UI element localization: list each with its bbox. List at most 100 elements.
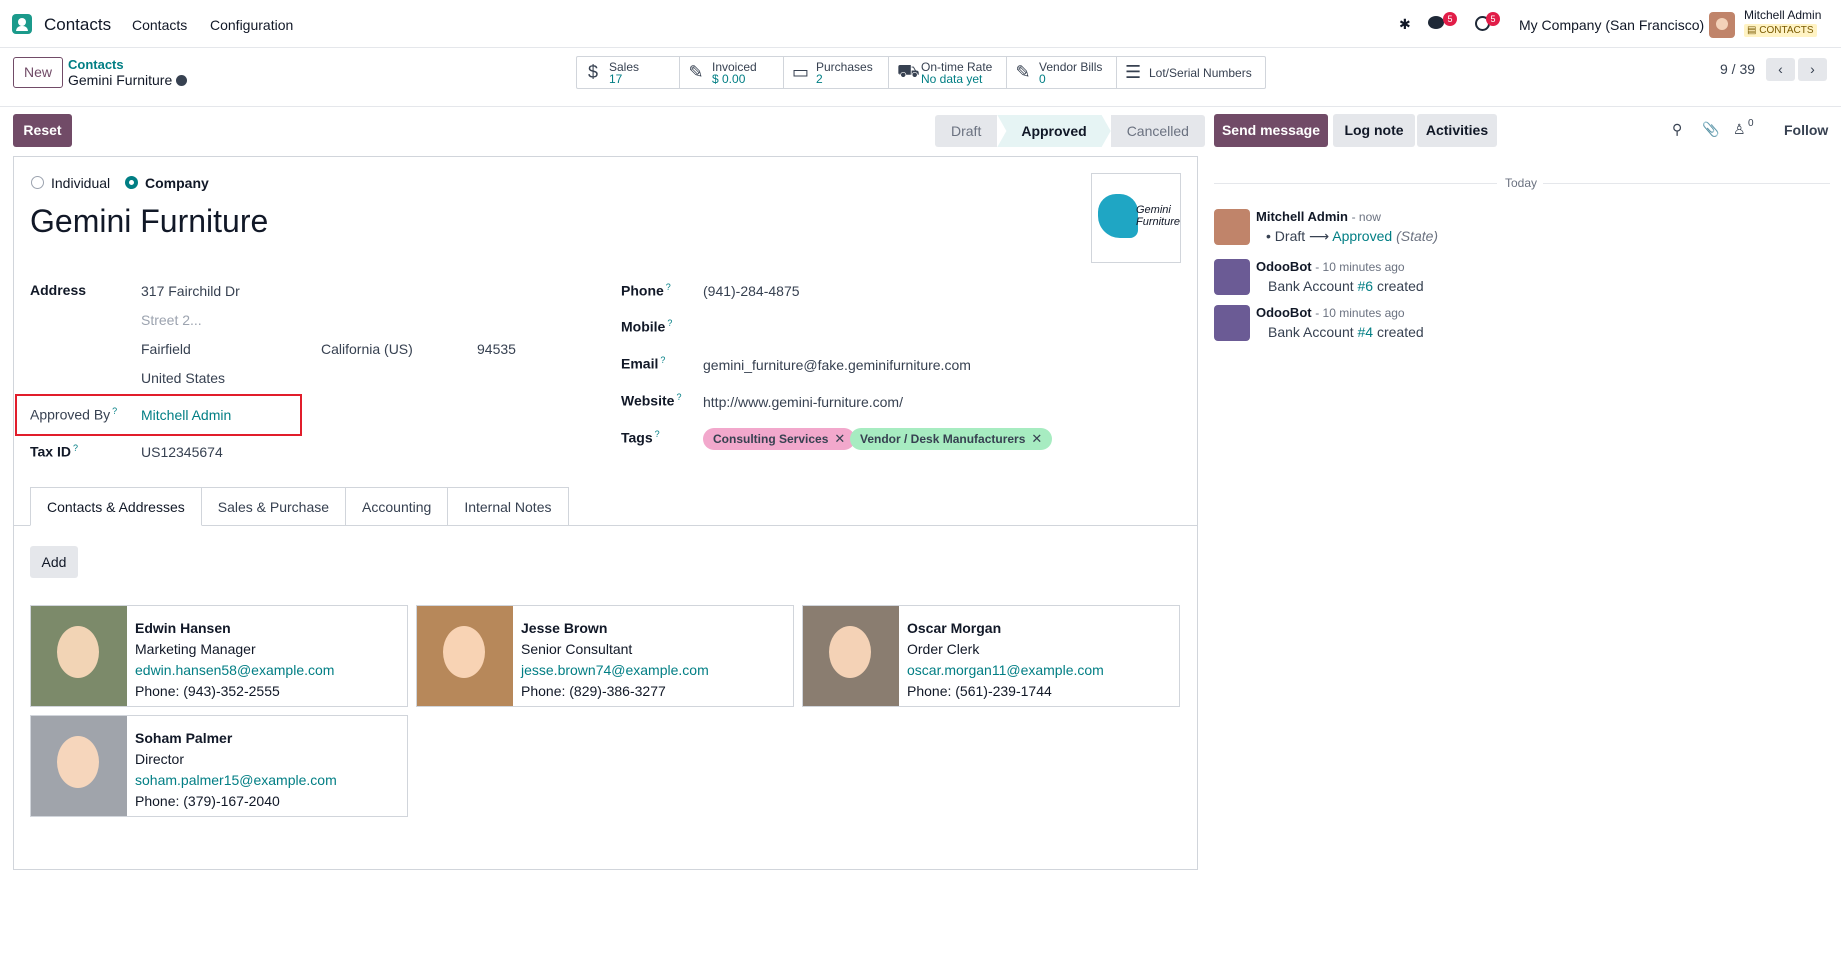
odoobot-avatar[interactable] [1214,259,1250,295]
address-label: Address [30,282,87,298]
phone-field[interactable]: (941)-284-4875 [703,283,800,299]
contact-photo [417,606,513,706]
messages-icon[interactable] [1428,16,1444,29]
phone-label-text: Phone [621,282,664,299]
contact-card[interactable]: Edwin Hansen Marketing Manager edwin.han… [30,605,408,707]
odoobot-avatar[interactable] [1214,305,1250,341]
tag-consulting-services[interactable]: Consulting Services ✕ [703,428,856,450]
company-logo[interactable]: Gemini Furniture [1091,173,1181,263]
search-icon[interactable]: ⚲ [1672,121,1682,138]
tax-id-label: Tax ID? [30,443,78,460]
contact-email[interactable]: edwin.hansen58@example.com [135,662,334,678]
contacts-app-icon[interactable] [12,14,32,34]
country-field[interactable]: United States [141,370,225,386]
log-note-button[interactable]: Log note [1333,114,1415,147]
contact-phone: Phone: (561)-239-1744 [907,683,1052,699]
contact-email[interactable]: soham.palmer15@example.com [135,772,337,788]
company-switcher[interactable]: My Company (San Francisco) [1519,17,1704,33]
smart-button-sales[interactable]: $ Sales 17 [577,57,680,88]
new-button[interactable]: New [13,57,63,88]
contact-name: Edwin Hansen [135,620,231,636]
city-field[interactable]: Fairfield [141,341,191,357]
message-author[interactable]: OdooBot - 10 minutes ago [1256,259,1405,274]
notebook-tabs: Contacts & Addresses Sales & Purchase Ac… [30,487,569,526]
paperclip-icon[interactable]: 📎 [1702,121,1719,138]
contact-email[interactable]: oscar.morgan11@example.com [907,662,1104,678]
tab-contacts-addresses[interactable]: Contacts & Addresses [30,487,202,526]
message-record-link[interactable]: #4 [1358,324,1374,340]
pager-previous-icon[interactable]: ‹ [1766,58,1795,81]
date-separator-line [1214,183,1497,184]
smart-label: Purchases [816,59,873,74]
email-field[interactable]: gemini_furniture@fake.geminifurniture.co… [703,357,971,373]
menu-configuration[interactable]: Configuration [210,17,293,33]
author-avatar[interactable] [1214,209,1250,245]
smart-button-purchases[interactable]: ▭ Purchases 2 [784,57,889,88]
stage-approved[interactable]: Approved [997,115,1111,147]
smart-button-invoiced[interactable]: ✎ Invoiced $ 0.00 [680,57,784,88]
contact-photo [31,606,127,706]
partner-name-field[interactable]: Gemini Furniture [30,203,268,240]
stage-cancelled[interactable]: Cancelled [1110,115,1205,147]
pager-value[interactable]: 9 / 39 [1720,61,1755,77]
smart-value: 17 [609,71,623,86]
tab-accounting[interactable]: Accounting [346,487,449,526]
website-field[interactable]: http://www.gemini-furniture.com/ [703,394,903,410]
contact-email[interactable]: jesse.brown74@example.com [521,662,709,678]
user-name[interactable]: Mitchell Admin [1744,8,1821,22]
radio-individual-label[interactable]: Individual [51,175,110,191]
invoice-icon: ✎ [688,62,704,82]
street2-field[interactable]: Street 2... [141,312,202,328]
followers-icon[interactable]: ♙ [1733,121,1746,138]
gear-icon[interactable] [176,75,188,86]
date-separator-line [1543,183,1830,184]
message-author[interactable]: OdooBot - 10 minutes ago [1256,305,1405,320]
app-name[interactable]: Contacts [44,15,111,35]
control-panel-divider [0,106,1841,107]
debug-bug-icon[interactable]: ✱ [1399,16,1411,33]
menu-contacts[interactable]: Contacts [132,17,187,33]
dollar-icon: $ [587,62,598,82]
street-field[interactable]: 317 Fairchild Dr [141,283,240,299]
contact-card[interactable]: Oscar Morgan Order Clerk oscar.morgan11@… [802,605,1180,707]
stage-draft[interactable]: Draft [935,115,998,147]
breadcrumb-contacts[interactable]: Contacts [68,57,124,72]
message-prefix: Bank Account [1268,324,1354,340]
smart-button-vendor-bills[interactable]: ✎ Vendor Bills 0 [1007,57,1117,88]
tax-id-field[interactable]: US12345674 [141,444,223,460]
smart-label: On-time Rate [921,59,993,74]
send-message-button[interactable]: Send message [1214,114,1328,147]
message-author[interactable]: Mitchell Admin - now [1256,209,1381,224]
pager-next-icon[interactable]: › [1798,58,1827,81]
radio-individual[interactable] [31,176,44,189]
smart-button-on-time-rate[interactable]: ⛟ On-time Rate No data yet [889,57,1007,88]
tracking-arrow-icon: ⟶ [1309,228,1330,244]
author-name: OdooBot [1256,259,1312,274]
zip-field[interactable]: 94535 [477,341,516,357]
message-body: • Draft ⟶ Approved (State) [1266,228,1439,244]
user-avatar[interactable] [1709,12,1735,38]
phone-label: Phone? [621,282,671,299]
remove-tag-icon[interactable]: ✕ [834,431,845,446]
contact-card[interactable]: Soham Palmer Director soham.palmer15@exa… [30,715,408,817]
follow-button[interactable]: Follow [1784,122,1828,138]
radio-company-label[interactable]: Company [145,175,209,191]
contact-card[interactable]: Jesse Brown Senior Consultant jesse.brow… [416,605,794,707]
tag-label: Consulting Services [713,432,829,446]
tag-label: Vendor / Desk Manufacturers [860,432,1026,446]
smart-label: Sales [609,59,640,74]
activities-button[interactable]: Activities [1417,114,1497,147]
radio-company[interactable] [125,176,138,189]
email-label-text: Email [621,355,659,372]
approved-by-field[interactable]: Mitchell Admin [141,407,231,423]
add-contact-button[interactable]: Add [30,546,78,578]
reset-button[interactable]: Reset [13,114,72,147]
state-field[interactable]: California (US) [321,341,413,357]
message-record-link[interactable]: #6 [1358,278,1374,294]
tag-vendor-desk-manufacturers[interactable]: Vendor / Desk Manufacturers ✕ [850,428,1053,450]
tab-sales-purchase[interactable]: Sales & Purchase [201,487,347,526]
remove-tag-icon[interactable]: ✕ [1031,431,1042,446]
edit-icon: ✎ [1015,62,1031,82]
smart-button-lot-serial[interactable]: ☰ Lot/Serial Numbers [1117,57,1265,88]
tab-internal-notes[interactable]: Internal Notes [448,487,569,526]
